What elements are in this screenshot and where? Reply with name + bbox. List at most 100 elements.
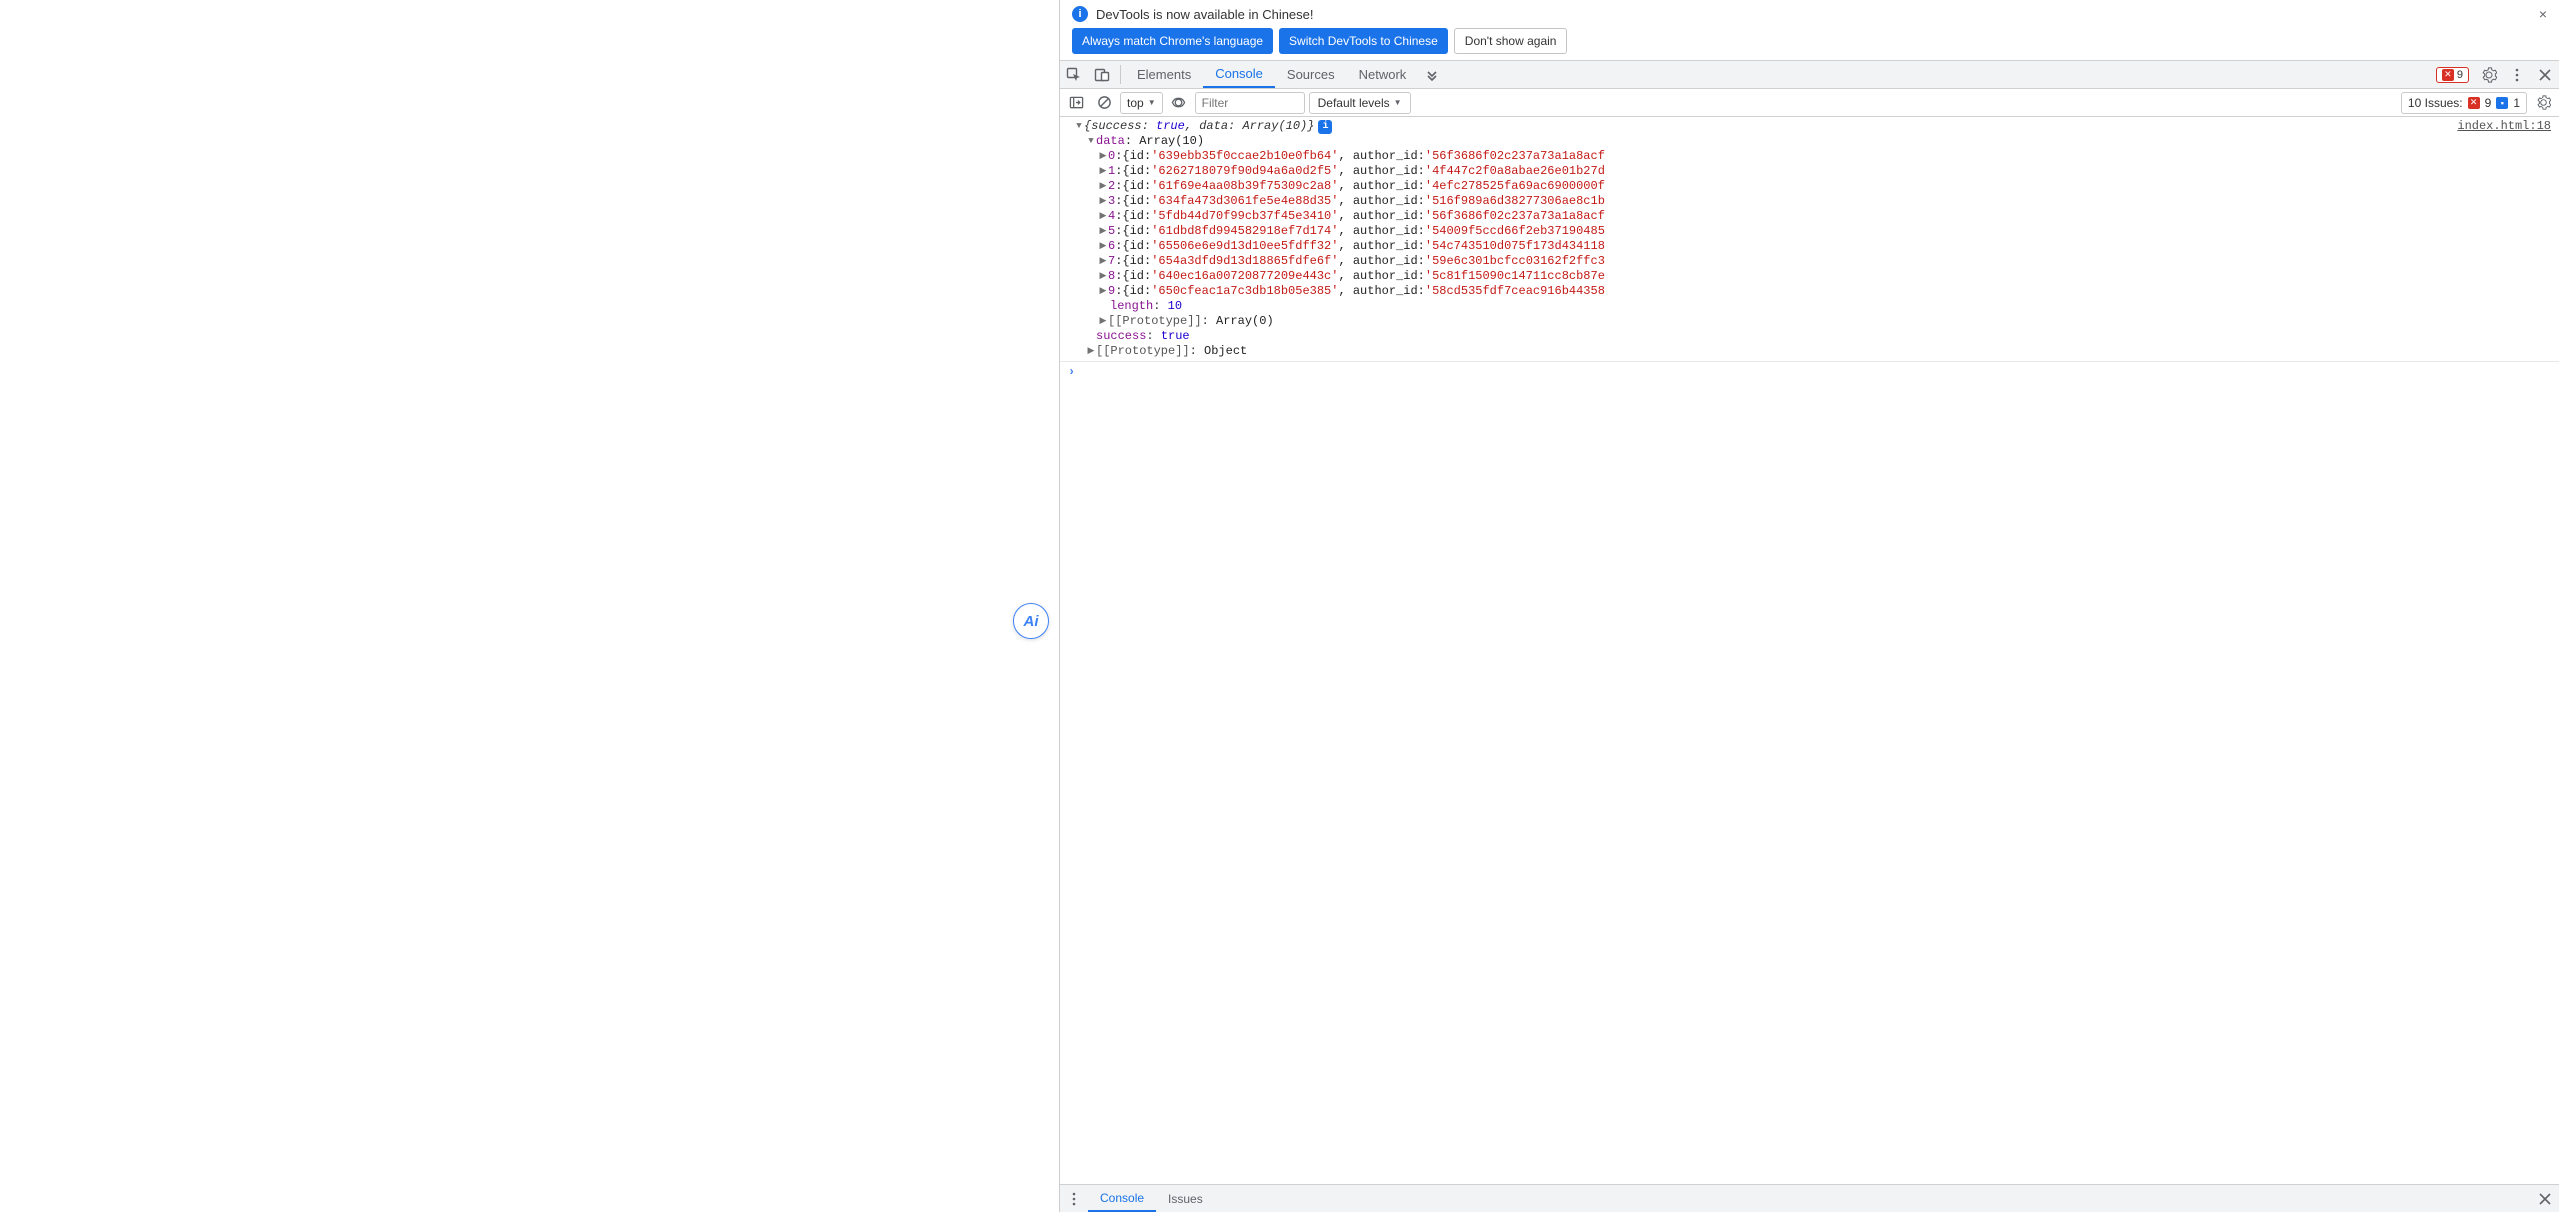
info-icon: i bbox=[1072, 6, 1088, 22]
array-item-row[interactable]: 5: {id: '61dbd8fd994582918ef7d174', auth… bbox=[1074, 224, 2553, 239]
info-icon: ▪ bbox=[2496, 97, 2508, 109]
info-badge-icon[interactable]: i bbox=[1318, 120, 1332, 134]
devtools-panel: i DevTools is now available in Chinese! … bbox=[1059, 0, 2559, 1212]
tab-elements[interactable]: Elements bbox=[1125, 61, 1203, 88]
item-index: 2 bbox=[1108, 179, 1115, 194]
success-key: success bbox=[1096, 329, 1146, 344]
prototype-array-row[interactable]: [[Prototype]]: Array(0) bbox=[1074, 314, 2553, 329]
tab-console[interactable]: Console bbox=[1203, 61, 1275, 88]
item-index: 0 bbox=[1108, 149, 1115, 164]
live-expression-icon[interactable] bbox=[1167, 91, 1191, 115]
console-settings-gear-icon[interactable] bbox=[2531, 91, 2555, 115]
expand-arrow-icon[interactable] bbox=[1098, 254, 1108, 269]
data-type: Array(10) bbox=[1139, 134, 1204, 149]
inspect-element-icon[interactable] bbox=[1060, 61, 1088, 89]
item-preview: {id: bbox=[1122, 179, 1151, 194]
expand-arrow-icon[interactable] bbox=[1074, 119, 1084, 134]
log-levels-selector[interactable]: Default levels ▼ bbox=[1309, 92, 1411, 114]
array-item-row[interactable]: 6: {id: '65506e6e9d13d10ee5fdff32', auth… bbox=[1074, 239, 2553, 254]
item-preview: {id: bbox=[1122, 209, 1151, 224]
array-item-row[interactable]: 9: {id: '650cfeac1a7c3db18b05e385', auth… bbox=[1074, 284, 2553, 299]
item-index: 3 bbox=[1108, 194, 1115, 209]
item-preview: {id: bbox=[1122, 149, 1151, 164]
expand-arrow-icon[interactable] bbox=[1086, 344, 1096, 359]
close-devtools-button[interactable] bbox=[2531, 61, 2559, 89]
toggle-sidebar-icon[interactable] bbox=[1064, 91, 1088, 115]
expand-arrow-icon[interactable] bbox=[1098, 239, 1108, 254]
item-index: 8 bbox=[1108, 269, 1115, 284]
log-message: index.html:18 {success: true, data: Arra… bbox=[1060, 117, 2559, 362]
ai-label: Ai bbox=[1024, 613, 1039, 630]
console-prompt[interactable]: › bbox=[1060, 362, 2559, 383]
filter-input[interactable] bbox=[1195, 92, 1305, 114]
kebab-menu-icon[interactable] bbox=[2503, 61, 2531, 89]
item-preview: {id: bbox=[1122, 254, 1151, 269]
prototype-object-row[interactable]: [[Prototype]]: Object bbox=[1074, 344, 2553, 359]
expand-arrow-icon[interactable] bbox=[1098, 314, 1108, 329]
expand-arrow-icon[interactable] bbox=[1098, 164, 1108, 179]
tab-sources[interactable]: Sources bbox=[1275, 61, 1347, 88]
data-array-row[interactable]: data: Array(10) bbox=[1074, 134, 2553, 149]
levels-label: Default levels bbox=[1318, 96, 1390, 110]
array-item-row[interactable]: 3: {id: '634fa473d3061fe5e4e88d35', auth… bbox=[1074, 194, 2553, 209]
clear-console-icon[interactable] bbox=[1092, 91, 1116, 115]
length-key: length bbox=[1110, 299, 1153, 314]
array-item-row[interactable]: 8: {id: '640ec16a00720877209e443c', auth… bbox=[1074, 269, 2553, 284]
settings-gear-icon[interactable] bbox=[2475, 61, 2503, 89]
success-row: success: true bbox=[1074, 329, 2553, 344]
proto-key: [[Prototype]] bbox=[1096, 344, 1190, 359]
error-count: 9 bbox=[2457, 69, 2463, 81]
drawer-tab-issues[interactable]: Issues bbox=[1156, 1185, 1215, 1212]
expand-arrow-icon[interactable] bbox=[1098, 284, 1108, 299]
device-toolbar-icon[interactable] bbox=[1088, 61, 1116, 89]
separator bbox=[1120, 65, 1121, 84]
chevron-down-icon: ▼ bbox=[1148, 98, 1156, 107]
array-item-row[interactable]: 0: {id: '639ebb35f0ccae2b10e0fb64', auth… bbox=[1074, 149, 2553, 164]
array-item-row[interactable]: 4: {id: '5fdb44d70f99cb37f45e3410', auth… bbox=[1074, 209, 2553, 224]
proto-obj-val: Object bbox=[1204, 344, 1247, 359]
item-preview: {id: bbox=[1122, 194, 1151, 209]
source-link[interactable]: index.html:18 bbox=[2457, 119, 2551, 134]
expand-arrow-icon[interactable] bbox=[1098, 194, 1108, 209]
length-row: length: 10 bbox=[1074, 299, 2553, 314]
drawer-tab-console[interactable]: Console bbox=[1088, 1185, 1156, 1212]
dont-show-again-button[interactable]: Don't show again bbox=[1454, 28, 1568, 54]
issues-label: 10 Issues: bbox=[2408, 96, 2463, 110]
expand-arrow-icon[interactable] bbox=[1098, 149, 1108, 164]
item-preview: {id: bbox=[1122, 224, 1151, 239]
close-banner-button[interactable]: × bbox=[2535, 6, 2551, 22]
error-count-badge[interactable]: ✕ 9 bbox=[2436, 67, 2469, 83]
object-summary-row[interactable]: {success: true, data: Array(10)} i bbox=[1074, 119, 2553, 134]
prompt-caret-icon: › bbox=[1068, 365, 1075, 380]
item-preview: {id: bbox=[1122, 239, 1151, 254]
ai-assistant-bubble[interactable]: Ai bbox=[1013, 603, 1049, 639]
drawer-kebab-icon[interactable] bbox=[1060, 1185, 1088, 1212]
close-drawer-button[interactable] bbox=[2531, 1185, 2559, 1212]
proto-arr-val: Array(0) bbox=[1216, 314, 1274, 329]
tab-network[interactable]: Network bbox=[1347, 61, 1419, 88]
more-tabs-icon[interactable] bbox=[1418, 61, 1446, 89]
page-content-area: Ai bbox=[0, 0, 1059, 1212]
expand-arrow-icon[interactable] bbox=[1098, 269, 1108, 284]
context-selector[interactable]: top ▼ bbox=[1120, 92, 1163, 114]
item-preview: {id: bbox=[1122, 284, 1151, 299]
banner-message: DevTools is now available in Chinese! bbox=[1096, 7, 1314, 22]
array-item-row[interactable]: 1: {id: '6262718079f90d94a6a0d2f5', auth… bbox=[1074, 164, 2553, 179]
expand-arrow-icon[interactable] bbox=[1086, 134, 1096, 149]
error-icon: ✕ bbox=[2468, 97, 2480, 109]
summary-text: {success: true, data: Array(10)} bbox=[1084, 119, 1314, 134]
item-index: 7 bbox=[1108, 254, 1115, 269]
expand-arrow-icon[interactable] bbox=[1098, 179, 1108, 194]
array-item-row[interactable]: 7: {id: '654a3dfd9d13d18865fdfe6f', auth… bbox=[1074, 254, 2553, 269]
expand-arrow-icon[interactable] bbox=[1098, 224, 1108, 239]
length-val: 10 bbox=[1168, 299, 1182, 314]
issues-info: 1 bbox=[2513, 96, 2520, 110]
expand-arrow-icon[interactable] bbox=[1098, 209, 1108, 224]
switch-to-chinese-button[interactable]: Switch DevTools to Chinese bbox=[1279, 28, 1448, 54]
issues-counter[interactable]: 10 Issues: ✕ 9 ▪ 1 bbox=[2401, 92, 2527, 114]
context-value: top bbox=[1127, 96, 1144, 110]
item-index: 6 bbox=[1108, 239, 1115, 254]
item-preview: {id: bbox=[1122, 164, 1151, 179]
always-match-language-button[interactable]: Always match Chrome's language bbox=[1072, 28, 1273, 54]
array-item-row[interactable]: 2: {id: '61f69e4aa08b39f75309c2a8', auth… bbox=[1074, 179, 2553, 194]
